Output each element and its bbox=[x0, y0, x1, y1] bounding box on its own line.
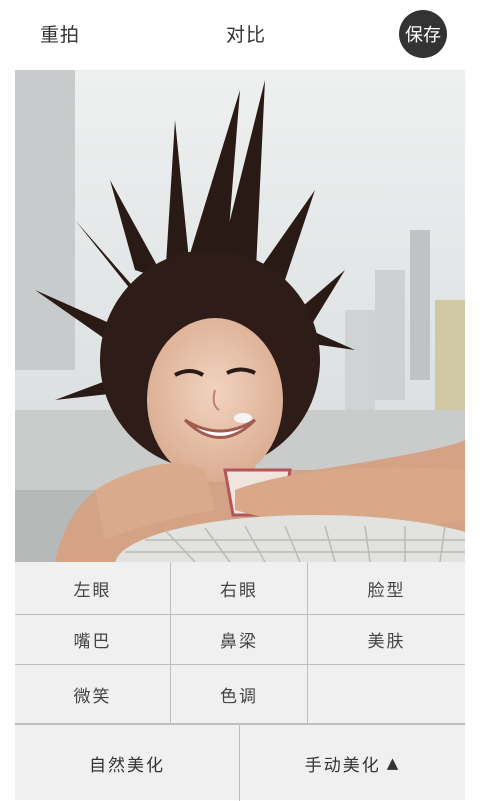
natural-beautify-label: 自然美化 bbox=[89, 755, 165, 776]
feature-grid: 左眼 右眼 脸型 嘴巴 鼻梁 美肤 微笑 色调 bbox=[15, 562, 465, 724]
mode-bar: 自然美化 手动美化 ▲ bbox=[15, 724, 465, 801]
top-bar: 重拍 对比 保存 bbox=[0, 0, 480, 70]
retake-button[interactable]: 重拍 bbox=[40, 20, 80, 47]
manual-beautify-tab[interactable]: 手动美化 ▲ bbox=[240, 725, 465, 801]
photo-preview bbox=[15, 70, 465, 562]
feature-left-eye[interactable]: 左眼 bbox=[15, 562, 171, 615]
feature-mouth[interactable]: 嘴巴 bbox=[15, 615, 171, 665]
feature-smile[interactable]: 微笑 bbox=[15, 665, 171, 724]
feature-skin[interactable]: 美肤 bbox=[308, 615, 465, 665]
feature-color-tone[interactable]: 色调 bbox=[171, 665, 308, 724]
manual-beautify-label: 手动美化 bbox=[304, 755, 381, 776]
feature-right-eye[interactable]: 右眼 bbox=[171, 562, 308, 615]
save-button[interactable]: 保存 bbox=[399, 10, 447, 58]
compare-button[interactable]: 对比 bbox=[226, 20, 266, 47]
portrait-image bbox=[15, 70, 465, 562]
feature-nose-bridge[interactable]: 鼻梁 bbox=[171, 615, 308, 665]
triangle-up-icon: ▲ bbox=[386, 754, 401, 772]
feature-face-shape[interactable]: 脸型 bbox=[308, 562, 465, 615]
feature-empty-cell bbox=[308, 665, 465, 724]
natural-beautify-tab[interactable]: 自然美化 bbox=[15, 725, 240, 801]
